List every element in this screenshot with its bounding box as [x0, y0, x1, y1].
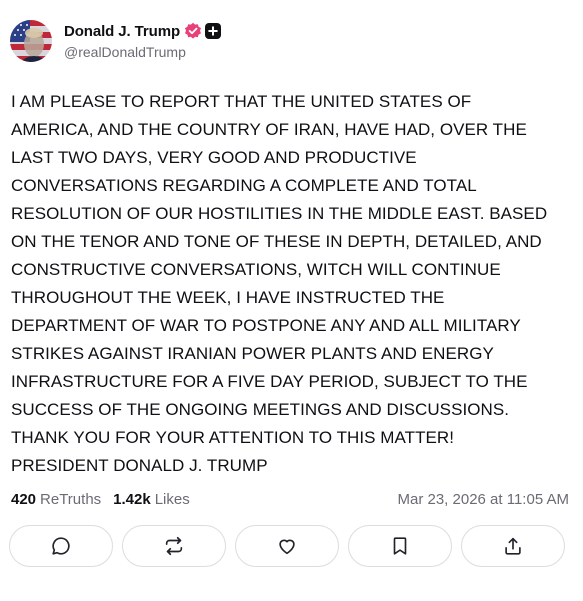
likes-count: 1.42k: [113, 490, 151, 508]
post-line: DEPARTMENT OF WAR TO POSTPONE ANY AND AL…: [11, 316, 521, 335]
author-handle[interactable]: @realDonaldTrump: [64, 42, 221, 62]
share-button[interactable]: [461, 525, 565, 567]
verified-check-icon: [184, 22, 202, 40]
post-line: INFRASTRUCTURE FOR A FIVE DAY PERIOD, SU…: [11, 372, 528, 391]
post-line: RESOLUTION OF OUR HOSTILITIES IN THE MID…: [11, 204, 548, 223]
post-timestamp[interactable]: Mar 23, 2026 at 11:05 AM: [398, 491, 570, 508]
heart-icon: [276, 535, 298, 557]
post-stats: 420 ReTruths 1.42k Likes Mar 23, 2026 at…: [11, 488, 569, 510]
post-line: I AM PLEASE TO REPORT THAT THE UNITED ST…: [11, 92, 472, 111]
post-line: CONSTRUCTIVE CONVERSATIONS, WITCH WILL C…: [11, 260, 501, 279]
post-line: PRESIDENT DONALD J. TRUMP: [11, 456, 268, 475]
post-header: Donald J. Trump @realDonaldTrump: [10, 19, 222, 63]
retruth-button[interactable]: [122, 525, 226, 567]
retruths-count: 420: [11, 490, 37, 508]
display-name[interactable]: Donald J. Trump: [64, 23, 180, 40]
post-line: STRIKES AGAINST IRANIAN POWER PLANTS AND…: [11, 344, 494, 363]
post-line: CONVERSATIONS REGARDING A COMPLETE AND T…: [11, 176, 477, 195]
retruths-stat[interactable]: 420 ReTruths: [11, 491, 101, 508]
retruth-icon: [163, 535, 185, 557]
likes-label: Likes: [154, 490, 190, 508]
post-line: THANK YOU FOR YOUR ATTENTION TO THIS MAT…: [11, 428, 454, 447]
post-line: SUCCESS OF THE ONGOING MEETINGS AND DISC…: [11, 400, 509, 419]
author-names: Donald J. Trump @realDonaldTrump: [64, 20, 222, 62]
post-line: THROUGHOUT THE WEEK, I HAVE INSTRUCTED T…: [11, 288, 445, 307]
like-button[interactable]: [235, 525, 339, 567]
likes-stat[interactable]: 1.42k Likes: [113, 491, 190, 508]
truth-post: Donald J. Trump @realDonaldTrump I AM PL…: [0, 0, 583, 601]
bookmark-icon: [389, 535, 411, 557]
bookmark-button[interactable]: [348, 525, 452, 567]
share-icon: [502, 535, 524, 557]
name-row: Donald J. Trump: [64, 20, 222, 42]
avatar[interactable]: [10, 20, 52, 62]
plus-badge-icon: [205, 23, 222, 39]
action-bar: [9, 525, 565, 567]
post-text: I AM PLEASE TO REPORT THAT THE UNITED ST…: [11, 88, 576, 480]
retruths-label: ReTruths: [40, 490, 102, 508]
reply-icon: [50, 535, 72, 557]
post-line: AMERICA, AND THE COUNTRY OF IRAN, HAVE H…: [11, 120, 527, 139]
post-line: ON THE TENOR AND TONE OF THESE IN DEPTH,…: [11, 232, 542, 251]
post-line: LAST TWO DAYS, VERY GOOD AND PRODUCTIVE: [11, 148, 417, 167]
reply-button[interactable]: [9, 525, 113, 567]
